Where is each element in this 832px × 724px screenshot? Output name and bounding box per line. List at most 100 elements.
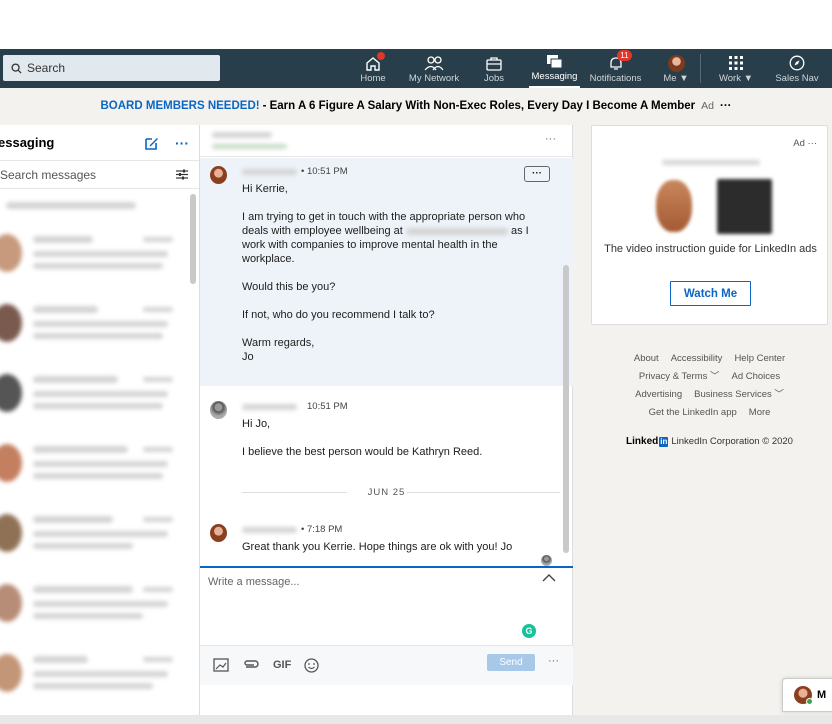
ad-profile-image bbox=[656, 180, 692, 232]
compose-icon[interactable] bbox=[144, 136, 159, 151]
messaging-options-icon[interactable]: ··· bbox=[175, 135, 189, 151]
sender-name[interactable] bbox=[242, 169, 297, 175]
message-text: Warm regards, bbox=[242, 337, 315, 349]
conversation-item[interactable] bbox=[0, 290, 190, 360]
nav-my-network[interactable]: My Network bbox=[404, 49, 464, 88]
compass-icon bbox=[787, 54, 807, 72]
sender-avatar[interactable] bbox=[210, 166, 227, 184]
send-button[interactable]: Send bbox=[487, 654, 535, 671]
messaging-overlay-tab[interactable]: M bbox=[782, 678, 832, 712]
footer-links: About Accessibility Help Center Privacy & … bbox=[591, 350, 828, 422]
copyright: Linked in LinkedIn Corporation © 2020 bbox=[591, 436, 828, 447]
home-icon bbox=[363, 52, 385, 72]
nav-home-label: Home bbox=[360, 73, 386, 84]
conversation-list-scrollbar[interactable] bbox=[190, 190, 198, 410]
attachment-icon[interactable] bbox=[242, 658, 260, 672]
sponsored-banner[interactable]: BOARD MEMBERS NEEDED! - Earn A 6 Figure … bbox=[0, 88, 832, 124]
nav-sales-nav-label: Sales Nav bbox=[775, 73, 819, 84]
message-group: • 7:18 PM Great thank you Kerrie. Hope t… bbox=[200, 507, 573, 562]
recipient-status bbox=[212, 144, 287, 149]
message-options-button[interactable]: ··· bbox=[524, 166, 550, 182]
date-separator: JUN 25 bbox=[200, 477, 573, 507]
banner-ad-label: Ad bbox=[701, 100, 714, 112]
search-placeholder: Search bbox=[27, 61, 66, 75]
nav-messaging[interactable]: Messaging bbox=[529, 49, 580, 88]
conversation-item[interactable] bbox=[0, 430, 190, 500]
footer-link[interactable]: Help Center bbox=[734, 353, 785, 364]
message-text: Hi Kerrie, bbox=[242, 183, 288, 195]
message-time: • 7:18 PM bbox=[301, 524, 343, 535]
read-receipt-avatar bbox=[541, 555, 552, 566]
emoji-icon[interactable] bbox=[304, 658, 319, 673]
search-messages-field[interactable]: Search messages bbox=[0, 162, 199, 189]
nav-work[interactable]: Work ▼ bbox=[716, 49, 756, 88]
nav-notifications-label: Notifications bbox=[589, 73, 642, 84]
chevron-up-icon[interactable] bbox=[542, 574, 556, 582]
network-icon bbox=[424, 54, 444, 72]
banner-text[interactable]: - Earn A 6 Figure A Salary With Non-Exec… bbox=[263, 100, 696, 112]
bell-icon: 11 bbox=[606, 50, 632, 72]
nav-jobs-label: Jobs bbox=[483, 73, 505, 84]
copyright-text: LinkedIn Corporation © 2020 bbox=[671, 436, 793, 447]
nav-work-label: Work ▼ bbox=[718, 73, 754, 84]
footer-link[interactable]: Business Services ﹀ bbox=[694, 389, 784, 400]
message-compose-box[interactable]: Write a message... G bbox=[200, 566, 573, 645]
filter-icon[interactable] bbox=[176, 169, 188, 180]
ad-label[interactable]: Ad ··· bbox=[793, 138, 817, 149]
nav-notifications[interactable]: 11 Notifications bbox=[586, 49, 645, 88]
footer-link[interactable]: About bbox=[634, 353, 659, 364]
top-blank-area bbox=[0, 0, 832, 49]
footer-link[interactable]: Privacy & Terms ﹀ bbox=[639, 371, 720, 382]
messaging-title: essaging bbox=[0, 135, 55, 150]
sender-name[interactable] bbox=[242, 404, 297, 410]
conversation-filter-label bbox=[0, 190, 190, 220]
nav-me[interactable]: Me ▼ bbox=[660, 49, 692, 88]
recipient-name bbox=[212, 132, 272, 138]
nav-sales-nav[interactable]: Sales Nav bbox=[773, 49, 821, 88]
ad-text: The video instruction guide for LinkedIn… bbox=[604, 243, 817, 255]
sender-avatar[interactable] bbox=[210, 401, 227, 419]
bottom-edge bbox=[0, 715, 832, 724]
thread-scrollbar[interactable] bbox=[563, 265, 569, 553]
nav-divider bbox=[700, 54, 701, 83]
footer-link[interactable]: Accessibility bbox=[671, 353, 723, 364]
conversation-item[interactable] bbox=[0, 220, 190, 290]
notifications-badge: 11 bbox=[617, 50, 632, 61]
conversation-options-icon[interactable]: ··· bbox=[545, 133, 556, 145]
message-text: Hi Jo, bbox=[242, 418, 271, 430]
grid-icon bbox=[726, 54, 746, 72]
footer-link[interactable]: Get the LinkedIn app bbox=[649, 407, 737, 418]
gif-button[interactable]: GIF bbox=[273, 659, 291, 671]
message-text: Jo bbox=[242, 351, 254, 363]
conversation-item[interactable] bbox=[0, 500, 190, 570]
sender-avatar[interactable] bbox=[210, 524, 227, 542]
message-group: • 10:51 PM Hi Kerrie, I am trying to get… bbox=[200, 158, 573, 386]
message-time: 10:51 PM bbox=[307, 401, 348, 412]
banner-more-button[interactable]: ··· bbox=[720, 100, 732, 112]
image-icon[interactable] bbox=[213, 658, 229, 672]
grammarly-icon[interactable]: G bbox=[522, 624, 536, 638]
nav-home[interactable]: Home bbox=[357, 49, 389, 88]
home-badge-dot bbox=[377, 52, 385, 60]
ad-card[interactable]: Ad ··· The video instruction guide for L… bbox=[591, 125, 828, 325]
footer-link[interactable]: Advertising bbox=[635, 389, 682, 400]
conversation-list bbox=[0, 190, 190, 710]
sender-name[interactable] bbox=[242, 527, 297, 533]
banner-headline[interactable]: BOARD MEMBERS NEEDED! bbox=[101, 100, 260, 112]
watch-me-button[interactable]: Watch Me bbox=[670, 281, 751, 306]
conversation-item[interactable] bbox=[0, 570, 190, 640]
footer-link[interactable]: Ad Choices bbox=[732, 371, 781, 382]
avatar-icon bbox=[666, 54, 686, 72]
messaging-list-panel: essaging ··· Search messages bbox=[0, 125, 200, 715]
message-group: 10:51 PM Hi Jo, I believe the best perso… bbox=[200, 386, 573, 467]
compose-more-button[interactable]: ··· bbox=[548, 655, 559, 667]
conversation-item[interactable] bbox=[0, 360, 190, 430]
message-text: Great thank you Kerrie. Hope things are … bbox=[242, 541, 513, 553]
conversation-item[interactable] bbox=[0, 640, 190, 710]
footer-link[interactable]: More bbox=[749, 407, 771, 418]
nav-jobs[interactable]: Jobs bbox=[480, 49, 508, 88]
linkedin-logo-text: Linked bbox=[626, 436, 659, 447]
messaging-header: essaging ··· bbox=[0, 125, 199, 161]
conversation-panel: ··· • 10:51 PM Hi Kerrie, I am trying to… bbox=[200, 125, 573, 715]
search-box[interactable]: Search bbox=[3, 55, 220, 81]
